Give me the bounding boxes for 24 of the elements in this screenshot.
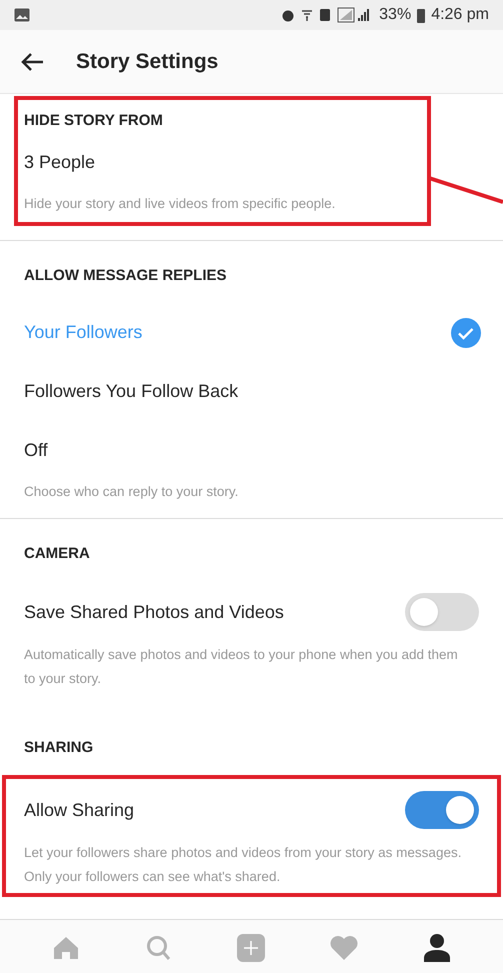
sim-icon — [319, 8, 332, 22]
clock-time: 4:26 pm — [431, 5, 489, 25]
setting-label: Allow Sharing — [24, 798, 134, 822]
section-header: SHARING — [24, 738, 94, 758]
check-icon — [451, 318, 481, 348]
setting-label: Save Shared Photos and Videos — [24, 600, 284, 624]
option-label[interactable]: Off — [24, 437, 48, 464]
section-header: HIDE STORY FROM — [24, 110, 163, 130]
back-arrow-icon[interactable] — [20, 52, 44, 72]
setting-description: Hide your story and live videos from specific people. — [24, 195, 336, 213]
toggle-switch[interactable] — [405, 593, 479, 631]
item-label[interactable]: 3 People — [24, 148, 96, 176]
battery-percent: 33% — [379, 5, 412, 25]
setting-description: Let your followers share photos and videos from your story as messages. Only your followers can see what's shared. — [24, 844, 462, 886]
screen-title: Story Settings — [76, 48, 218, 75]
image-icon — [14, 8, 30, 22]
toggle-switch[interactable] — [405, 791, 479, 829]
battery-icon — [417, 8, 426, 22]
setting-description: Automatically save photos and videos to your phone when you add them to your story. — [24, 646, 459, 688]
option-label[interactable]: Followers You Follow Back — [24, 378, 238, 405]
section-header: CAMERA — [24, 544, 90, 564]
section-header: ALLOW MESSAGE REPLIES — [24, 266, 227, 286]
add-icon[interactable] — [235, 932, 268, 964]
setting-description: Choose who can reply to your story. — [24, 483, 240, 501]
